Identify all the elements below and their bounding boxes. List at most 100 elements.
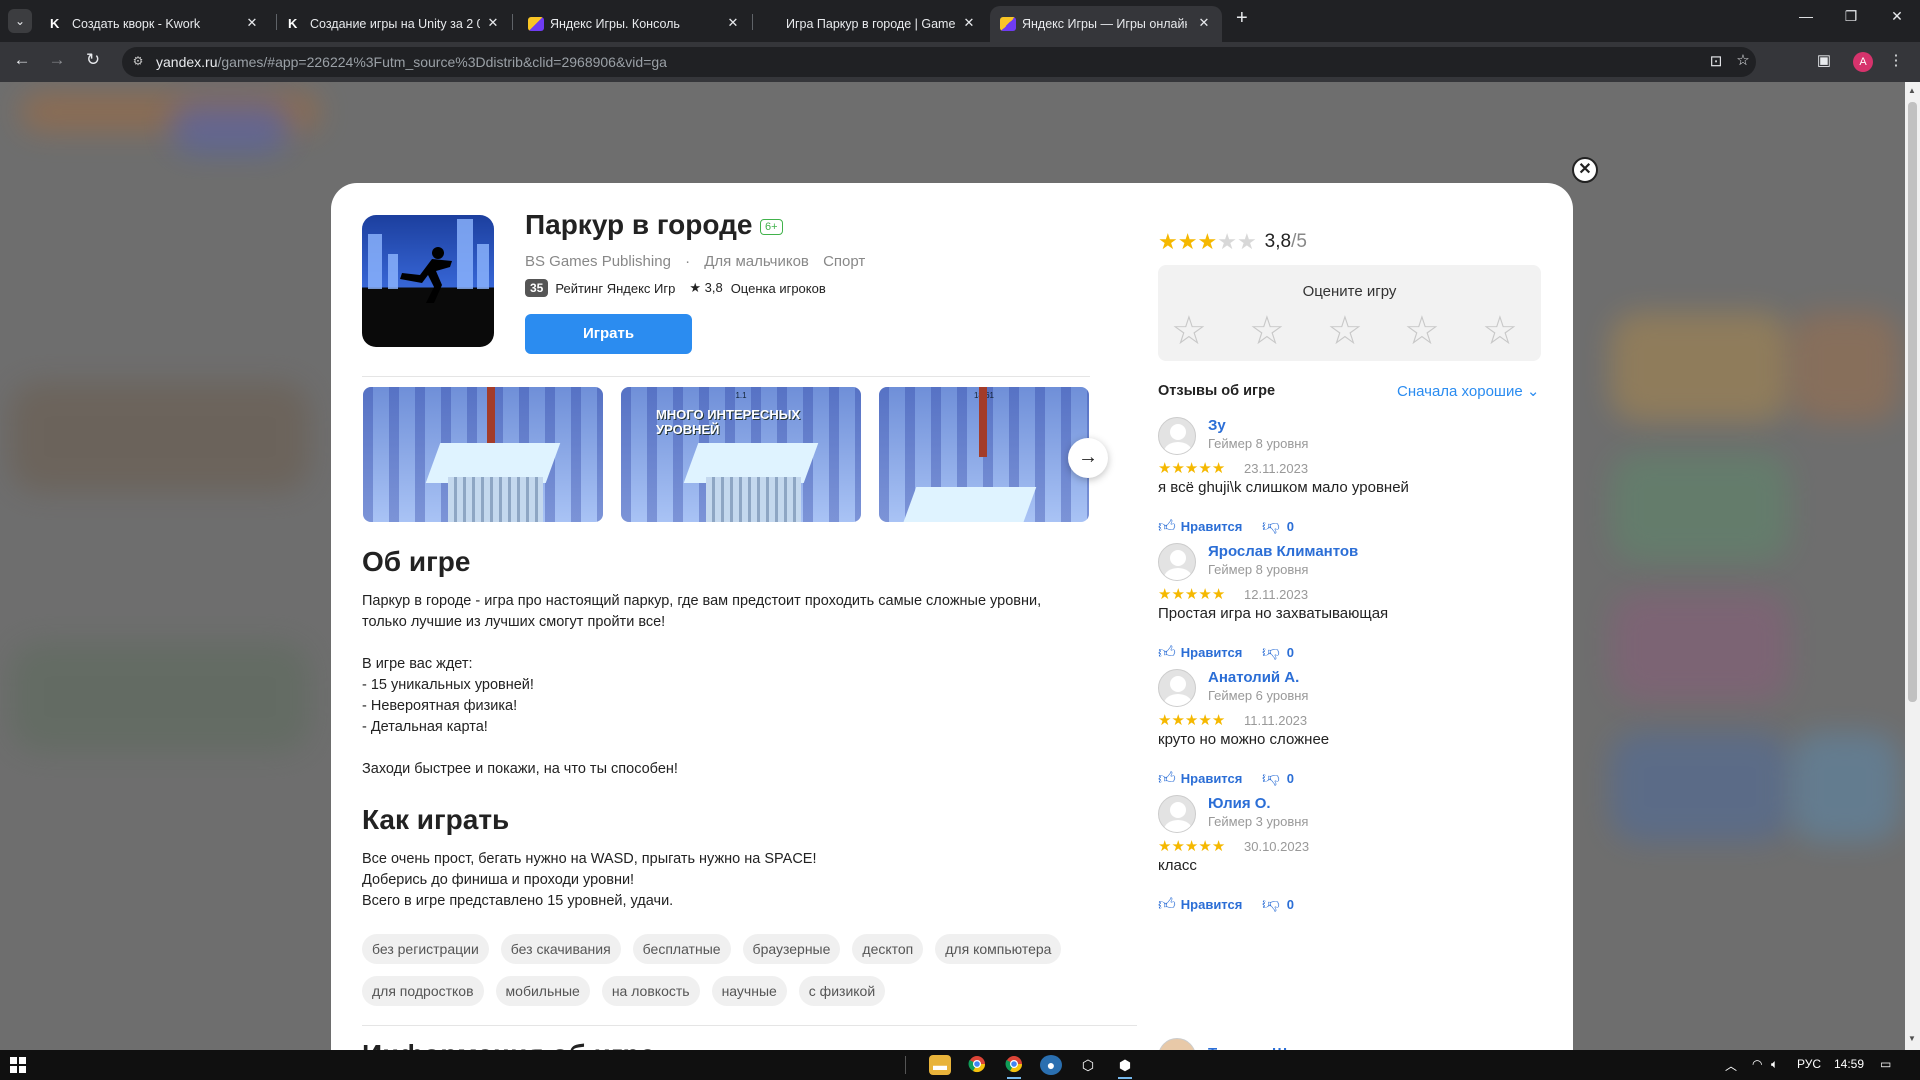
- avatar: [1158, 417, 1196, 455]
- avatar: [1158, 669, 1196, 707]
- forward-icon[interactable]: →: [45, 50, 69, 70]
- backdrop-blur: [1790, 732, 1900, 842]
- review-author[interactable]: Юлия О.: [1208, 795, 1271, 812]
- rate-star-3-icon[interactable]: ☆: [1327, 311, 1363, 351]
- close-tab-icon[interactable]: ✕: [961, 15, 977, 31]
- bookmark-star-icon[interactable]: ☆: [1732, 51, 1754, 69]
- review-stars: ★ ★ ★ ★ ★: [1158, 839, 1225, 854]
- tag-chip[interactable]: на ловкость: [601, 976, 700, 1006]
- tab-game-parkour[interactable]: Игра Паркур в городе | Game ✕: [766, 6, 986, 42]
- tag-chip[interactable]: бесплатные: [632, 934, 731, 964]
- rate-star-4-icon[interactable]: ☆: [1404, 311, 1440, 351]
- rate-star-2-icon[interactable]: ☆: [1249, 311, 1285, 351]
- tab-separator: [512, 14, 513, 30]
- dislike-button[interactable]: 👍︎ 0: [1262, 768, 1294, 789]
- screenshot-thumbnail[interactable]: 1.1 МНОГО ИНТЕРЕСНЫХ УРОВНЕЙ: [621, 387, 861, 522]
- howto-line: Все очень прост, бегать нужно на WASD, п…: [362, 851, 817, 867]
- tab-search-icon[interactable]: ⌄: [8, 9, 32, 33]
- screenshot-thumbnail[interactable]: [363, 387, 603, 522]
- unity-hub-icon[interactable]: ⬢: [1114, 1055, 1136, 1079]
- review-author[interactable]: Анатолий А.: [1208, 669, 1299, 686]
- about-paragraph: Паркур в городе - игра про настоящий пар…: [362, 593, 1042, 630]
- wifi-icon[interactable]: ◠: [1752, 1057, 1762, 1071]
- review-author[interactable]: Зу: [1208, 417, 1226, 434]
- tab-yandex-console[interactable]: Яндекс Игры. Консоль ✕: [518, 6, 746, 42]
- avatar-body: [1164, 694, 1192, 706]
- scrollbar-thumb[interactable]: [1908, 102, 1917, 702]
- next-screenshot-button[interactable]: →: [1068, 438, 1108, 478]
- tray-chevron-icon[interactable]: ︿: [1725, 1057, 1737, 1074]
- close-modal-button[interactable]: ✕: [1572, 157, 1598, 183]
- tab-kwork-unity[interactable]: K Создание игры на Unity за 2 0 ✕: [278, 6, 506, 42]
- reviews-sort-dropdown[interactable]: Сначала хорошие ⌄: [1397, 382, 1539, 400]
- publisher-link[interactable]: BS Games Publishing: [525, 253, 671, 270]
- review-author[interactable]: Ярослав Климантов: [1208, 543, 1358, 560]
- screenshot-tower: [448, 477, 543, 522]
- rank-label: Рейтинг Яндекс Игр: [555, 280, 676, 296]
- side-panel-icon[interactable]: ▣: [1813, 51, 1835, 69]
- file-explorer-icon[interactable]: ▬: [929, 1055, 951, 1075]
- app-icon[interactable]: ●: [1040, 1055, 1062, 1075]
- site-settings-icon[interactable]: ⚙: [130, 54, 146, 70]
- tag-chip[interactable]: для подростков: [362, 976, 484, 1006]
- url-text[interactable]: yandex.ru/games/#app=226224%3Futm_source…: [156, 54, 667, 70]
- install-app-icon[interactable]: ⊡: [1705, 52, 1727, 70]
- like-button[interactable]: 👍︎ Нравится: [1158, 768, 1242, 789]
- like-button[interactable]: 👍︎ Нравится: [1158, 516, 1242, 537]
- tab-separator: [752, 14, 753, 30]
- dislike-count: 0: [1286, 645, 1294, 660]
- close-tab-icon[interactable]: ✕: [725, 15, 741, 31]
- screenshot-pole: [979, 387, 987, 457]
- back-icon[interactable]: ←: [10, 50, 34, 70]
- category-link[interactable]: Для мальчиков: [704, 253, 809, 270]
- category-link[interactable]: Спорт: [823, 253, 865, 270]
- tag-chip[interactable]: десктоп: [852, 934, 924, 964]
- tag-chip[interactable]: без регистрации: [362, 934, 489, 964]
- tag-chip[interactable]: без скачивания: [500, 934, 621, 964]
- page-scrollbar[interactable]: ▲ ▼: [1905, 82, 1920, 1050]
- new-tab-icon[interactable]: +: [1236, 7, 1248, 30]
- close-tab-icon[interactable]: ✕: [1196, 15, 1212, 31]
- like-button[interactable]: 👍︎ Нравится: [1158, 642, 1242, 663]
- game-cover-image: [362, 215, 494, 347]
- chrome-icon[interactable]: [966, 1055, 988, 1075]
- minimize-icon[interactable]: —: [1791, 8, 1821, 24]
- volume-icon[interactable]: 🔈︎: [1771, 1057, 1778, 1072]
- tag-chip[interactable]: научные: [711, 976, 787, 1006]
- input-language[interactable]: РУС: [1797, 1057, 1821, 1071]
- close-tab-icon[interactable]: ✕: [485, 15, 501, 31]
- howto-text: Все очень прост, бегать нужно на WASD, п…: [362, 849, 1082, 912]
- tab-kwork-create[interactable]: K Создать кворк - Kwork ✕: [40, 6, 268, 42]
- rate-star-5-icon[interactable]: ☆: [1482, 311, 1518, 351]
- window-close-icon[interactable]: ✕: [1882, 8, 1912, 25]
- tag-chip[interactable]: для компьютера: [935, 934, 1062, 964]
- backdrop-blur: [1790, 312, 1900, 422]
- rate-game-box: Оцените игру ☆ ☆ ☆ ☆ ☆: [1158, 265, 1541, 361]
- tag-chip[interactable]: мобильные: [495, 976, 590, 1006]
- restore-icon[interactable]: ❐: [1836, 8, 1866, 25]
- tab-yandex-games[interactable]: Яндекс Игры — Игры онлайн ✕: [990, 6, 1222, 42]
- dislike-count: 0: [1286, 519, 1294, 534]
- notifications-icon[interactable]: ▭: [1880, 1057, 1891, 1071]
- tag-chip[interactable]: браузерные: [742, 934, 841, 964]
- clock[interactable]: 14:59: [1834, 1057, 1864, 1071]
- play-button[interactable]: Играть: [525, 314, 692, 354]
- dislike-button[interactable]: 👍︎ 0: [1262, 894, 1294, 915]
- like-button[interactable]: 👍︎ Нравится: [1158, 894, 1242, 915]
- review-date: 23.11.2023: [1244, 461, 1309, 476]
- scroll-down-icon[interactable]: ▼: [1908, 1034, 1916, 1043]
- screenshot-thumbnail[interactable]: 18.61: [879, 387, 1089, 522]
- menu-kebab-icon[interactable]: ⋮: [1885, 51, 1907, 69]
- windows-start-icon[interactable]: [10, 1057, 26, 1073]
- dislike-button[interactable]: 👍︎ 0: [1262, 516, 1294, 537]
- reload-icon[interactable]: ↻: [81, 50, 105, 70]
- tag-chip[interactable]: с физикой: [798, 976, 886, 1006]
- rate-star-1-icon[interactable]: ☆: [1171, 311, 1207, 351]
- close-tab-icon[interactable]: ✕: [244, 15, 260, 31]
- dislike-button[interactable]: 👍︎ 0: [1262, 642, 1294, 663]
- unity-icon[interactable]: ⬡: [1077, 1055, 1099, 1075]
- scroll-up-icon[interactable]: ▲: [1908, 86, 1916, 95]
- chrome-active-icon[interactable]: [1003, 1055, 1025, 1079]
- address-bar[interactable]: ⚙ yandex.ru/games/#app=226224%3Futm_sour…: [122, 47, 1756, 77]
- avatar[interactable]: A: [1853, 52, 1873, 72]
